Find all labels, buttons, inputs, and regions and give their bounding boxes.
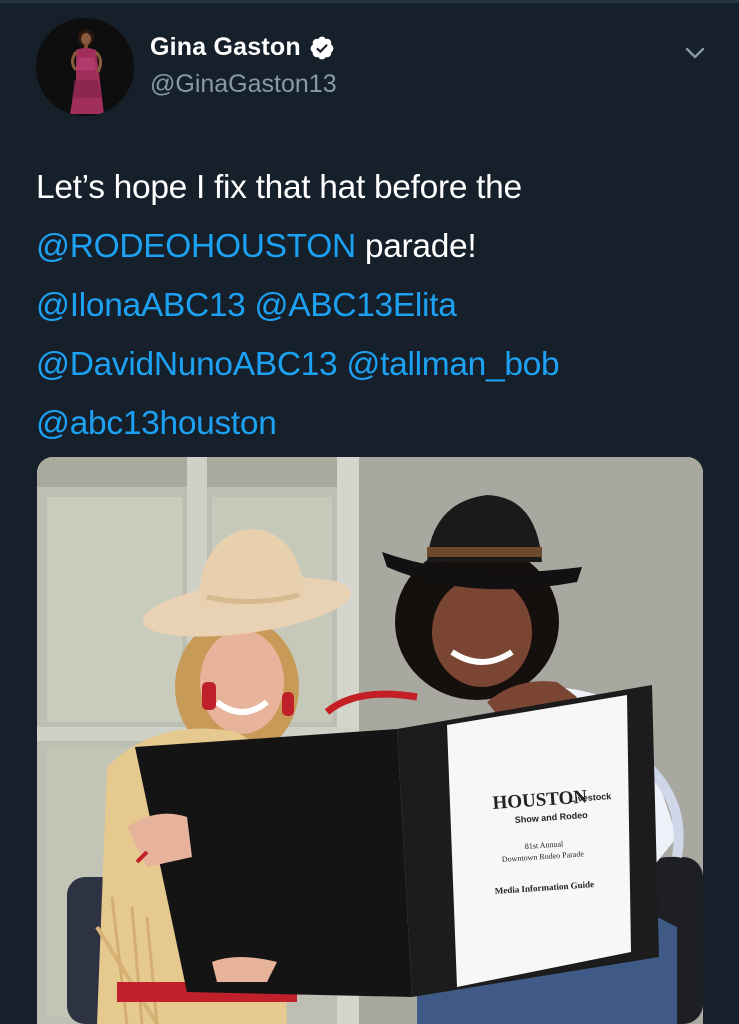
mention-ilonaabc13[interactable]: @IlonaABC13 xyxy=(36,287,246,324)
avatar[interactable] xyxy=(36,18,134,116)
tweet-text-line-4: @DavidNunoABC13 @tallman_bob xyxy=(36,335,716,394)
mention-davidnunoabc13[interactable]: @DavidNunoABC13 xyxy=(36,346,338,383)
tweet-text: Let’s hope I fix that hat before the @RO… xyxy=(36,158,716,453)
tweet-text-line-3: @IlonaABC13 @ABC13Elita xyxy=(36,276,716,335)
tweet-text-line-5: @abc13houston xyxy=(36,394,716,453)
mention-rodeohouston[interactable]: @RODEOHOUSTON xyxy=(36,228,356,265)
avatar-photo xyxy=(36,18,134,116)
mention-tallman-bob[interactable]: @tallman_bob xyxy=(346,346,559,383)
tweet: Gina Gaston @GinaGaston13 Let’s hope I f… xyxy=(0,0,739,1024)
verified-badge-icon xyxy=(310,36,334,59)
tweet-text-line-1: Let’s hope I fix that hat before the xyxy=(36,169,522,206)
tweet-photo[interactable]: HOUSTON Livestock Show and Rodeo 81st An… xyxy=(37,457,703,1024)
tweet-text-line-2: @RODEOHOUSTON parade! xyxy=(36,217,716,276)
mention-abc13elita[interactable]: @ABC13Elita xyxy=(255,287,457,324)
display-name[interactable]: Gina Gaston xyxy=(150,33,301,62)
chevron-down-icon[interactable] xyxy=(680,38,710,68)
mention-abc13houston[interactable]: @abc13houston xyxy=(36,405,277,442)
tweet-text-parade: parade! xyxy=(355,228,477,265)
photo-illustration: HOUSTON Livestock Show and Rodeo 81st An… xyxy=(37,457,703,1024)
author-handle[interactable]: @GinaGaston13 xyxy=(150,70,337,99)
author-row: Gina Gaston xyxy=(150,33,335,62)
